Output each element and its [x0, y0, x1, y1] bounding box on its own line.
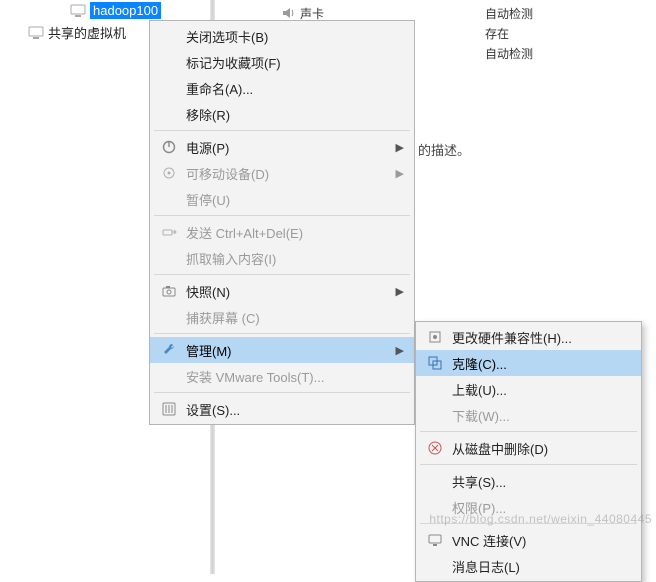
delete-icon	[424, 437, 446, 459]
chevron-right-icon: ▶	[396, 141, 404, 154]
tree-item-label: 共享的虚拟机	[48, 23, 126, 42]
manage-submenu: 更改硬件兼容性(H)... 克隆(C)... 上载(U)... 下载(W)...…	[415, 321, 642, 582]
menu-send-cad: 发送 Ctrl+Alt+Del(E)	[150, 219, 414, 245]
menu-remove[interactable]: 移除(R)	[150, 101, 414, 127]
clone-icon	[424, 352, 446, 374]
menu-removable-devices: 可移动设备(D) ▶	[150, 160, 414, 186]
submenu-change-hw[interactable]: 更改硬件兼容性(H)...	[416, 324, 641, 350]
send-icon	[158, 221, 180, 243]
tree-item-vm[interactable]: hadoop100	[70, 0, 220, 21]
snapshot-icon	[158, 280, 180, 302]
hw-icon	[424, 326, 446, 348]
hw-value-col: 自动检测 存在 自动检测	[485, 3, 533, 63]
menu-separator	[154, 215, 410, 216]
menu-capture-screen: 捕获屏幕 (C)	[150, 304, 414, 330]
submenu-message-log[interactable]: 消息日志(L)	[416, 553, 641, 579]
hw-value: 自动检测	[485, 43, 533, 63]
submenu-share[interactable]: 共享(S)...	[416, 468, 641, 494]
submenu-download: 下载(W)...	[416, 402, 641, 428]
chevron-right-icon: ▶	[396, 167, 404, 180]
tree-item-label: hadoop100	[90, 2, 161, 19]
hw-value: 存在	[485, 23, 533, 43]
menu-manage[interactable]: 管理(M) ▶	[150, 337, 414, 363]
menu-settings[interactable]: 设置(S)...	[150, 396, 414, 422]
vm-icon	[70, 3, 86, 19]
wrench-icon	[158, 339, 180, 361]
power-icon	[158, 136, 180, 158]
menu-pause: 暂停(U)	[150, 186, 414, 212]
submenu-clone[interactable]: 克隆(C)...	[416, 350, 641, 376]
chevron-right-icon: ▶	[396, 344, 404, 357]
menu-separator	[420, 464, 637, 465]
chevron-right-icon: ▶	[396, 285, 404, 298]
sound-icon	[280, 5, 296, 21]
device-icon	[158, 162, 180, 184]
hw-value: 自动检测	[485, 3, 533, 23]
shared-vm-icon	[28, 25, 44, 41]
menu-install-tools: 安装 VMware Tools(T)...	[150, 363, 414, 389]
menu-close-tab[interactable]: 关闭选项卡(B)	[150, 23, 414, 49]
submenu-upload[interactable]: 上载(U)...	[416, 376, 641, 402]
menu-grab-input: 抓取输入内容(I)	[150, 245, 414, 271]
menu-separator	[154, 274, 410, 275]
menu-snapshot[interactable]: 快照(N) ▶	[150, 278, 414, 304]
vnc-icon	[424, 529, 446, 551]
menu-favorite[interactable]: 标记为收藏项(F)	[150, 49, 414, 75]
menu-separator	[420, 431, 637, 432]
description-text: 的描述。	[418, 140, 470, 159]
menu-rename[interactable]: 重命名(A)...	[150, 75, 414, 101]
menu-separator	[154, 392, 410, 393]
submenu-vnc[interactable]: VNC 连接(V)	[416, 527, 641, 553]
menu-power[interactable]: 电源(P) ▶	[150, 134, 414, 160]
menu-separator	[154, 333, 410, 334]
menu-separator	[154, 130, 410, 131]
watermark-text: https://blog.csdn.net/weixin_44080445	[429, 512, 652, 526]
settings-icon	[158, 398, 180, 420]
vm-context-menu: 关闭选项卡(B) 标记为收藏项(F) 重命名(A)... 移除(R) 电源(P)…	[149, 20, 415, 425]
submenu-delete-from-disk[interactable]: 从磁盘中删除(D)	[416, 435, 641, 461]
